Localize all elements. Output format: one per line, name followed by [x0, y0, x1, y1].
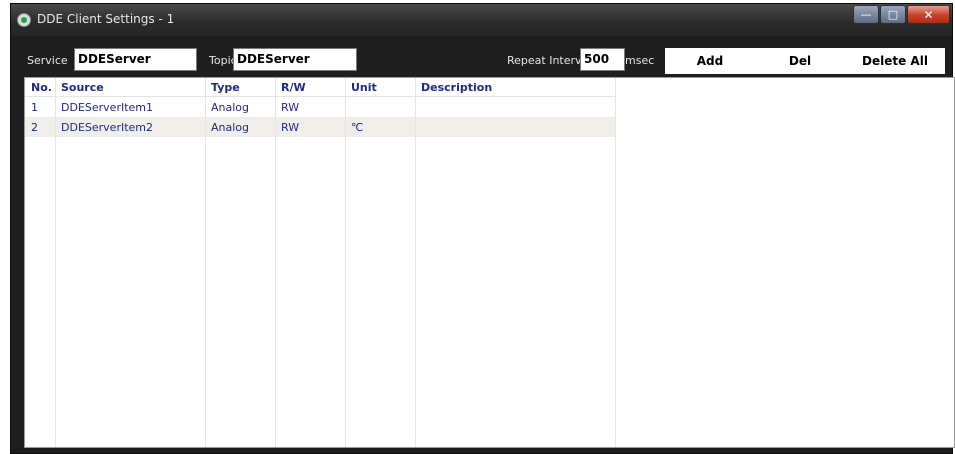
maximize-icon: □: [887, 8, 899, 21]
close-icon: ✕: [923, 7, 934, 22]
settings-toolbar: Service DDEServer Topic DDEServer Repeat…: [11, 44, 952, 74]
window-controls: — □ ✕: [852, 5, 950, 25]
cell-unit: [345, 97, 415, 118]
cell-description: [415, 117, 615, 137]
repeat-interval-input[interactable]: 500: [580, 48, 625, 71]
dde-client-settings-window: DDE Client Settings - 1 — □ ✕ Service DD…: [10, 3, 955, 454]
dde-items-table: No. Source Type R/W Unit Description 1 D…: [25, 78, 615, 137]
cell-rw: RW: [281, 100, 300, 114]
repeat-interval-unit: msec: [625, 54, 655, 67]
cell-unit: ℃: [345, 117, 415, 137]
table-row[interactable]: 2 DDEServerItem2 Analog RW ℃: [25, 117, 615, 137]
maximize-button[interactable]: □: [880, 5, 906, 24]
close-button[interactable]: ✕: [907, 5, 950, 24]
header-description[interactable]: Description: [415, 78, 615, 97]
topic-input[interactable]: DDEServer: [233, 48, 357, 71]
header-unit[interactable]: Unit: [345, 78, 415, 97]
header-no[interactable]: No.: [25, 78, 55, 97]
table-header-row: No. Source Type R/W Unit Description: [25, 78, 615, 97]
header-type[interactable]: Type: [205, 78, 275, 97]
table-row[interactable]: 1 DDEServerItem1 Analog RW: [25, 97, 615, 118]
delete-all-button[interactable]: Delete All: [845, 48, 945, 74]
service-input[interactable]: DDEServer: [74, 48, 197, 71]
del-button[interactable]: Del: [755, 48, 845, 74]
cell-no: 1: [31, 100, 38, 114]
app-icon: [17, 13, 31, 27]
header-rw[interactable]: R/W: [275, 78, 345, 97]
minimize-button[interactable]: —: [853, 5, 879, 24]
repeat-interval-label: Repeat Interval: [507, 54, 592, 67]
cell-source: DDEServerItem2: [55, 117, 205, 137]
dde-items-grid[interactable]: No. Source Type R/W Unit Description 1 D…: [24, 77, 955, 448]
minimize-icon: —: [860, 8, 872, 21]
cell-source: DDEServerItem1: [61, 100, 154, 114]
header-source[interactable]: Source: [55, 78, 205, 97]
cell-no: 2: [25, 117, 55, 137]
add-button[interactable]: Add: [665, 48, 755, 74]
title-bar[interactable]: DDE Client Settings - 1 — □ ✕: [11, 4, 952, 36]
cell-type: Analog: [205, 117, 275, 137]
cell-description: [415, 97, 615, 118]
window-title: DDE Client Settings - 1: [37, 12, 175, 26]
cell-rw: RW: [275, 117, 345, 137]
cell-type: Analog: [211, 100, 250, 114]
service-label: Service: [27, 54, 68, 67]
